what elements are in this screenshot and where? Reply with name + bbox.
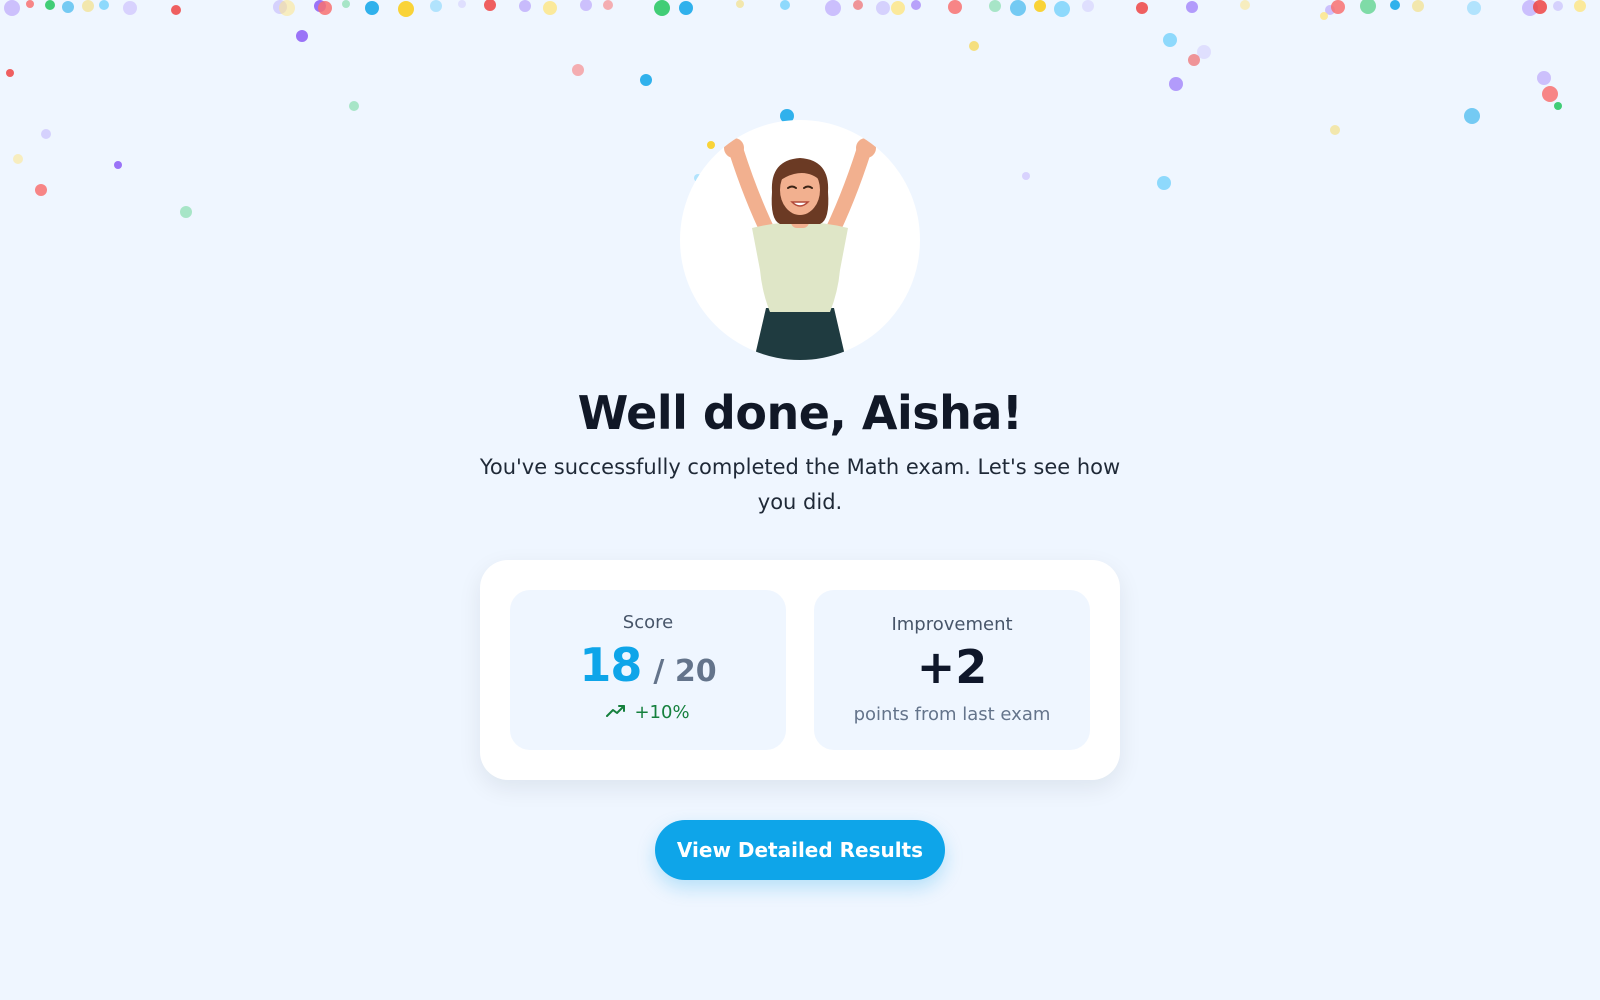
confetti-dot bbox=[1330, 125, 1340, 135]
confetti-dot bbox=[6, 69, 14, 77]
confetti-dot bbox=[41, 129, 51, 139]
improvement-note: points from last exam bbox=[853, 704, 1051, 725]
confetti-dot bbox=[948, 0, 962, 14]
score-stat: Score 18 / 20 +10% bbox=[510, 590, 786, 750]
confetti-dot bbox=[123, 1, 137, 15]
confetti-dot bbox=[13, 154, 23, 164]
confetti-dot bbox=[1522, 0, 1538, 16]
confetti-dot bbox=[543, 1, 557, 15]
confetti-dot bbox=[911, 0, 921, 10]
confetti-dot bbox=[45, 0, 55, 10]
confetti-dot bbox=[1197, 45, 1211, 59]
confetti-dot bbox=[989, 0, 1001, 12]
confetti-dot bbox=[99, 0, 109, 10]
confetti-dot bbox=[484, 0, 496, 11]
trending-up-icon bbox=[606, 702, 626, 723]
confetti-dot bbox=[1325, 5, 1335, 15]
view-detailed-results-button[interactable]: View Detailed Results bbox=[655, 820, 945, 880]
confetti-dot bbox=[969, 41, 979, 51]
confetti-dot bbox=[1186, 1, 1198, 13]
score-value: 18 bbox=[579, 638, 642, 692]
confetti-dot bbox=[1554, 102, 1562, 110]
confetti-dot bbox=[1360, 0, 1376, 14]
confetti-dot bbox=[318, 1, 332, 15]
confetti-dot bbox=[1533, 0, 1547, 14]
score-total: / 20 bbox=[653, 654, 717, 689]
celebrating-student-illustration bbox=[680, 120, 920, 360]
confetti-dot bbox=[736, 0, 744, 8]
confetti-dot bbox=[273, 0, 287, 14]
confetti-dot bbox=[679, 1, 693, 15]
confetti-dot bbox=[1163, 33, 1177, 47]
confetti-dot bbox=[1082, 0, 1094, 12]
confetti-dot bbox=[654, 0, 670, 16]
confetti-dot bbox=[1542, 86, 1558, 102]
confetti-dot bbox=[640, 74, 652, 86]
confetti-dot bbox=[342, 0, 350, 8]
score-label: Score bbox=[622, 612, 674, 633]
score-trend: +10% bbox=[510, 702, 786, 723]
confetti-dot bbox=[603, 0, 613, 10]
confetti-dot bbox=[296, 30, 308, 42]
confetti-dot bbox=[1169, 77, 1183, 91]
confetti-dot bbox=[430, 0, 442, 12]
confetti-dot bbox=[1331, 0, 1345, 14]
confetti-dot bbox=[825, 0, 841, 16]
page-title: Well done, Aisha! bbox=[577, 386, 1023, 440]
exam-completion-page: Well done, Aisha! You've successfully co… bbox=[0, 0, 1600, 1000]
confetti-dot bbox=[349, 101, 359, 111]
confetti-dot bbox=[519, 0, 531, 12]
confetti-dot bbox=[1553, 1, 1563, 11]
confetti-dot bbox=[1412, 0, 1424, 12]
confetti-dot bbox=[180, 206, 192, 218]
score-line: 18 / 20 bbox=[510, 638, 786, 692]
improvement-label: Improvement bbox=[891, 614, 1013, 635]
confetti-dot bbox=[314, 0, 326, 12]
confetti-dot bbox=[891, 1, 905, 15]
confetti-dot bbox=[1537, 71, 1551, 85]
confetti-dot bbox=[780, 0, 790, 10]
confetti-dot bbox=[1467, 1, 1481, 15]
confetti-dot bbox=[580, 0, 592, 11]
confetti-dot bbox=[572, 64, 584, 76]
confetti-dot bbox=[876, 1, 890, 15]
confetti-dot bbox=[853, 0, 863, 10]
confetti-dot bbox=[26, 0, 34, 8]
confetti-dot bbox=[398, 1, 414, 17]
confetti-dot bbox=[1022, 172, 1030, 180]
confetti-dot bbox=[4, 0, 20, 16]
confetti-dot bbox=[279, 0, 295, 16]
results-summary-card: Score 18 / 20 +10% Improvement +2 points… bbox=[480, 560, 1120, 780]
confetti-dot bbox=[1464, 108, 1480, 124]
score-trend-value: +10% bbox=[634, 702, 690, 723]
confetti-dot bbox=[62, 1, 74, 13]
confetti-dot bbox=[35, 184, 47, 196]
confetti-dot bbox=[458, 0, 466, 8]
confetti-dot bbox=[1390, 0, 1400, 10]
confetti-dot bbox=[1034, 0, 1046, 12]
confetti-dot bbox=[82, 0, 94, 12]
confetti-dot bbox=[1157, 176, 1171, 190]
confetti-dot bbox=[1054, 1, 1070, 17]
confetti-dot bbox=[365, 1, 379, 15]
confetti-dot bbox=[1240, 0, 1250, 10]
improvement-value: +2 bbox=[916, 640, 988, 694]
completion-message: You've successfully completed the Math e… bbox=[479, 455, 1121, 514]
confetti-dot bbox=[1136, 2, 1148, 14]
confetti-dot bbox=[1010, 0, 1026, 16]
improvement-stat: Improvement +2 points from last exam bbox=[814, 590, 1090, 750]
confetti-dot bbox=[707, 141, 715, 149]
confetti-dot bbox=[1188, 54, 1200, 66]
confetti-dot bbox=[1320, 12, 1328, 20]
confetti-dot bbox=[114, 161, 122, 169]
confetti-dot bbox=[1574, 0, 1586, 12]
confetti-dot bbox=[171, 5, 181, 15]
